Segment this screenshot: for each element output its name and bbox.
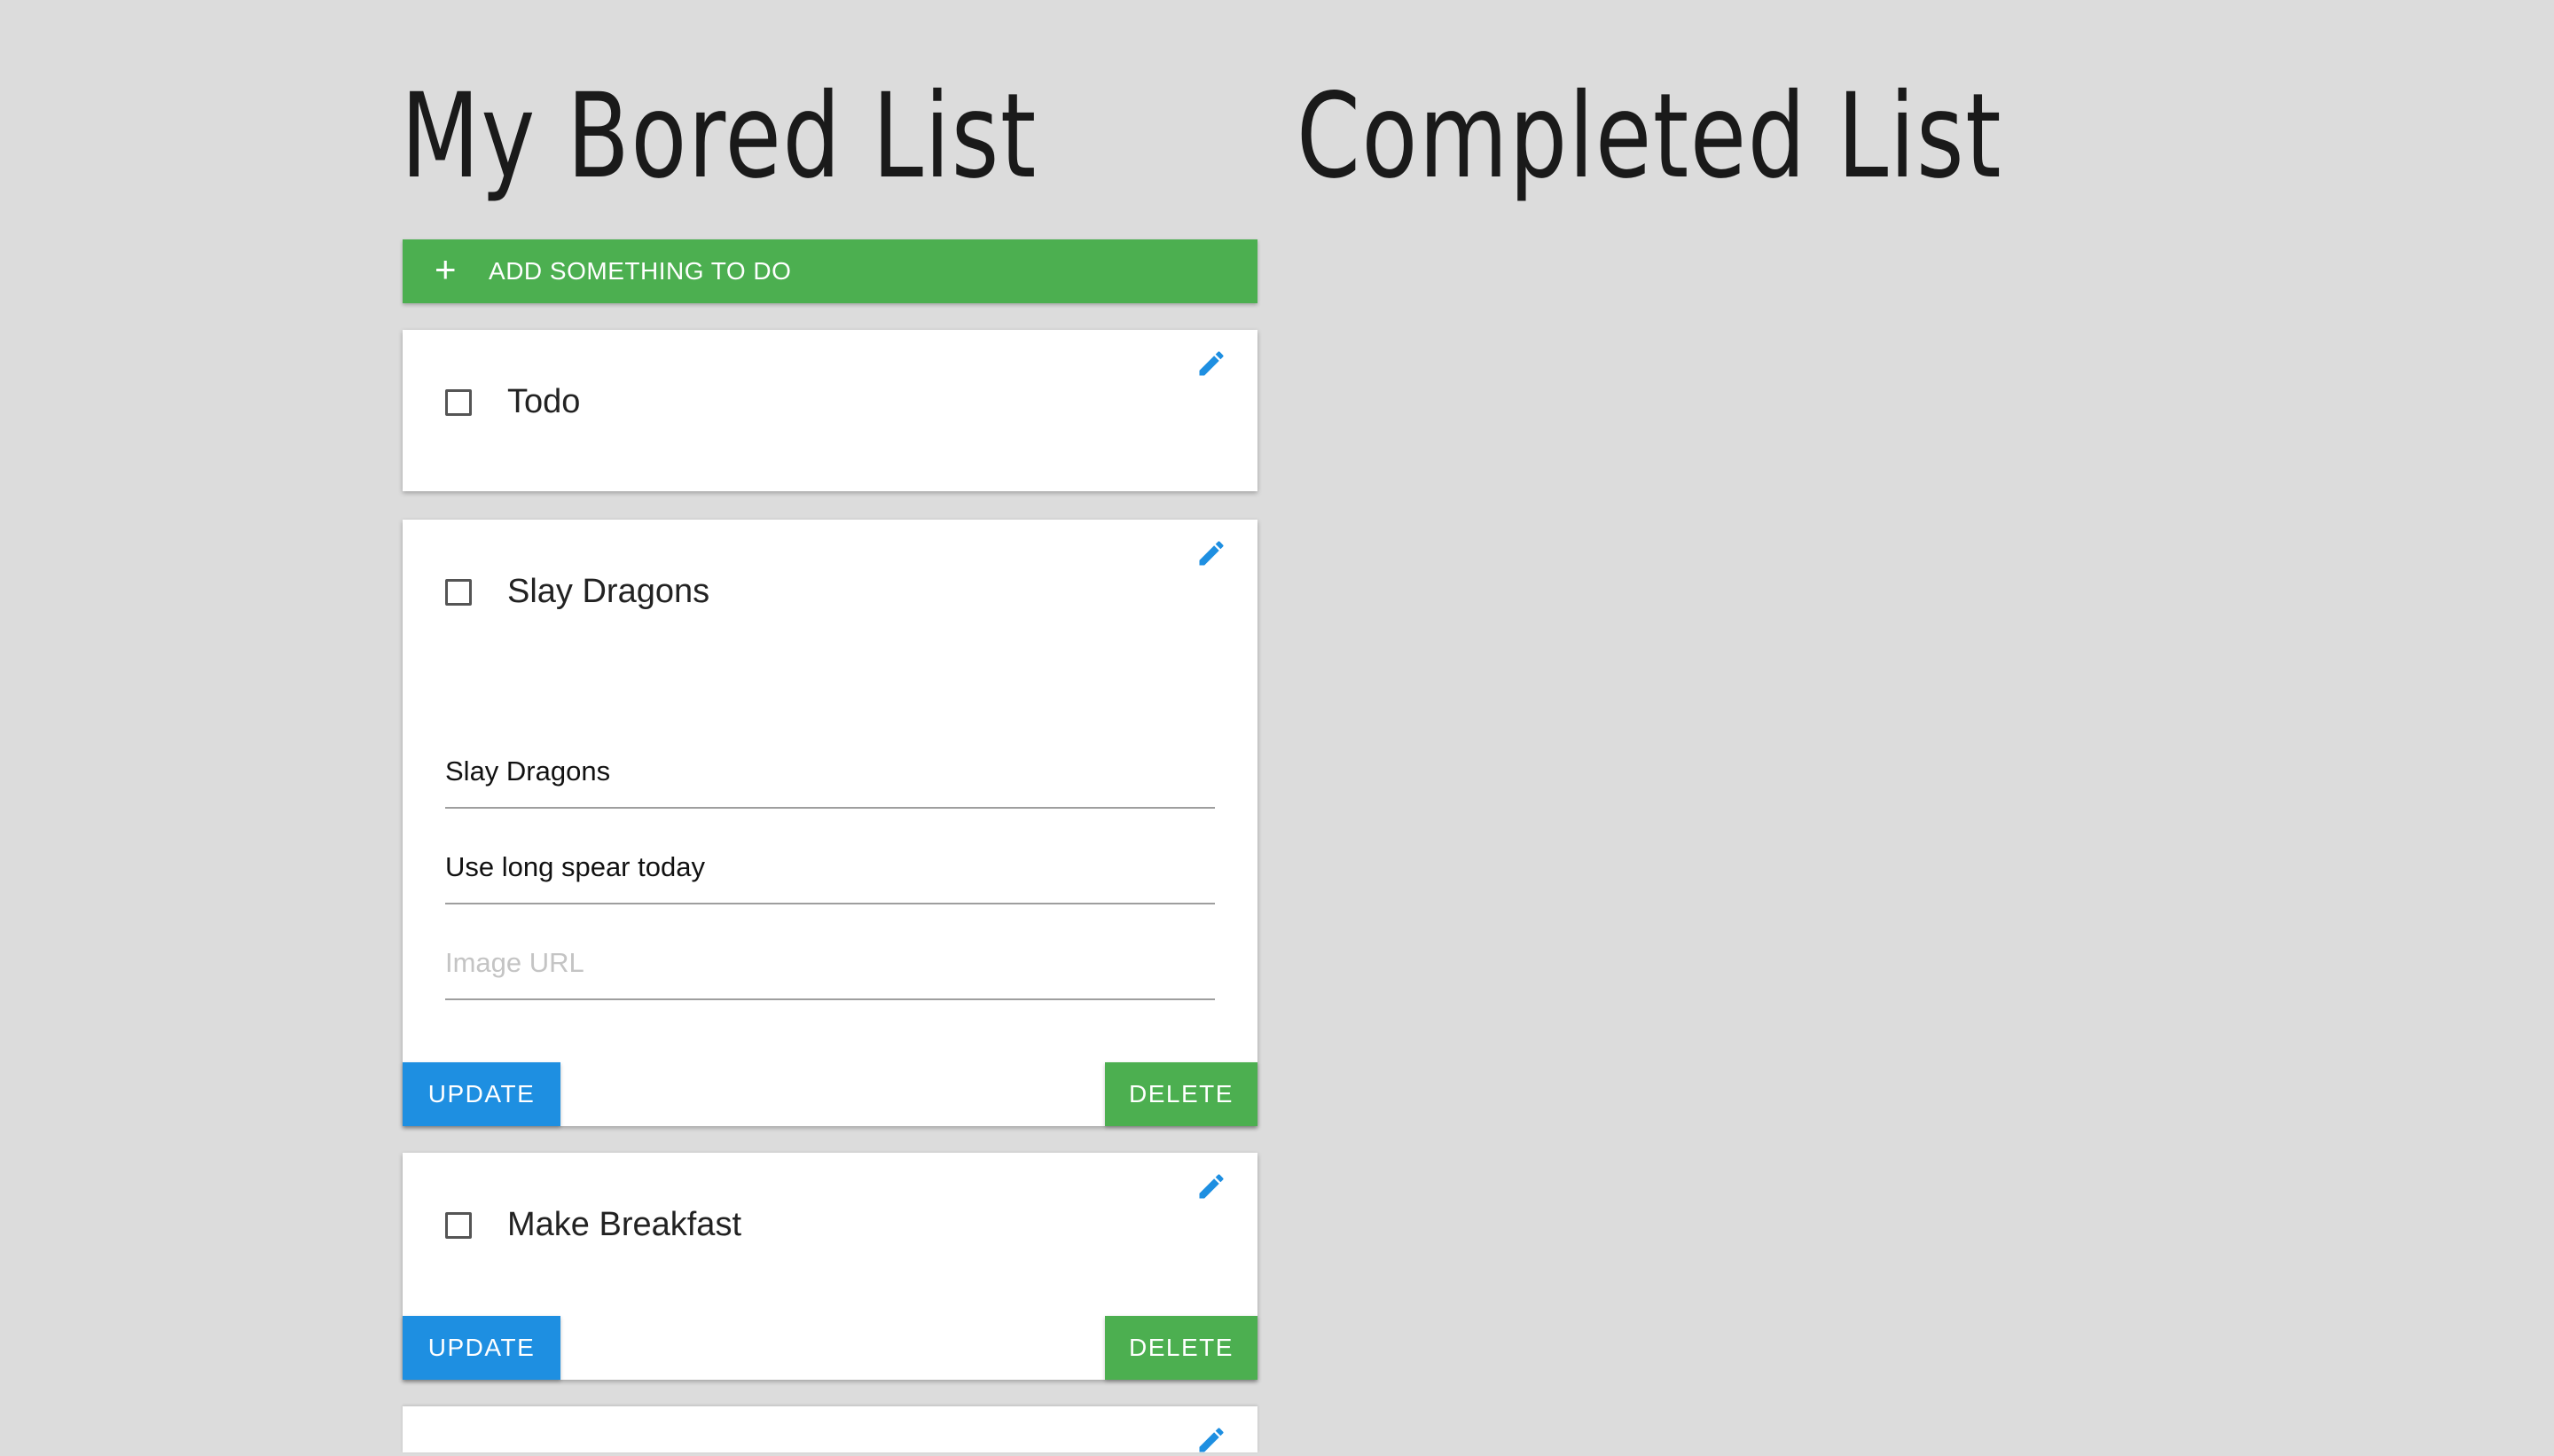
- card-title: Make Breakfast: [507, 1206, 741, 1243]
- pencil-icon[interactable]: [1195, 1170, 1227, 1202]
- complete-checkbox[interactable]: [445, 388, 472, 416]
- description-input[interactable]: Use long spear today: [445, 834, 1215, 904]
- pencil-icon[interactable]: [1195, 537, 1227, 569]
- update-button[interactable]: UPDATE: [403, 1316, 560, 1380]
- delete-button[interactable]: DELETE: [1105, 1062, 1257, 1126]
- add-something-label: ADD SOMETHING TO DO: [489, 257, 792, 285]
- my-bored-list-heading: My Bored List: [401, 68, 1038, 205]
- card-title: Slay Dragons: [507, 573, 710, 610]
- todo-card: Make Breakfast UPDATE DELETE: [403, 1153, 1257, 1380]
- plus-icon: +: [435, 248, 458, 290]
- delete-button[interactable]: DELETE: [1105, 1316, 1257, 1380]
- complete-checkbox[interactable]: [445, 1211, 472, 1239]
- complete-checkbox[interactable]: [445, 578, 472, 606]
- todo-card: [403, 1406, 1257, 1452]
- image-url-input[interactable]: Image URL: [445, 929, 1215, 1000]
- todo-card: Todo: [403, 330, 1257, 491]
- pencil-icon[interactable]: [1195, 1424, 1227, 1456]
- add-something-button[interactable]: + ADD SOMETHING TO DO: [403, 239, 1257, 303]
- update-button[interactable]: UPDATE: [403, 1062, 560, 1126]
- todo-card: Slay Dragons Slay Dragons Use long spear…: [403, 520, 1257, 1126]
- card-title: Todo: [507, 383, 581, 420]
- completed-list-heading: Completed List: [1297, 68, 2003, 205]
- pencil-icon[interactable]: [1195, 348, 1227, 380]
- title-input[interactable]: Slay Dragons: [445, 738, 1215, 809]
